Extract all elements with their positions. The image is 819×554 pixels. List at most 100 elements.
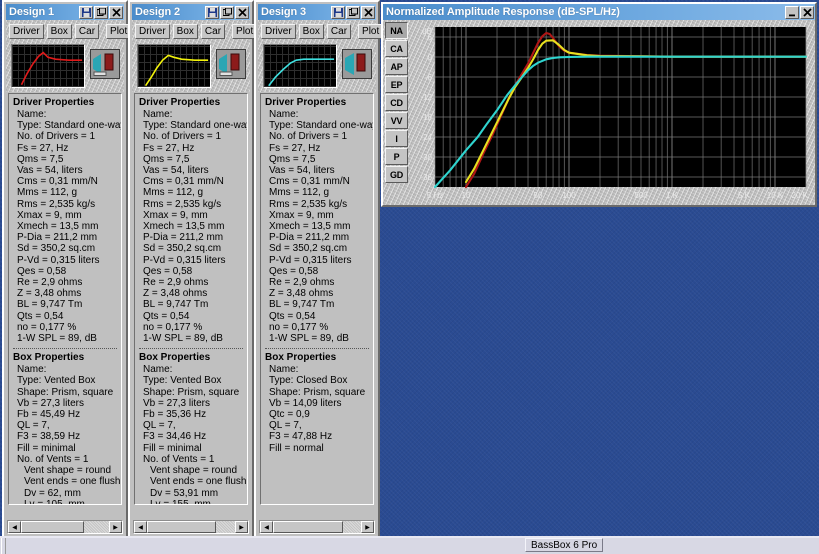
chart-tool-i[interactable]: I: [385, 130, 408, 147]
chart-tool-cd[interactable]: CD: [385, 94, 408, 111]
driver-button[interactable]: Driver: [135, 23, 170, 39]
driver-property-line: Re = 2,9 ohms: [143, 277, 209, 289]
box-button[interactable]: Box: [298, 23, 324, 39]
design-window-3[interactable]: Design 3 Driver Box Car Plot Driver Prop…: [254, 0, 389, 538]
driver-properties-list: Name:Type: Standard one-way drivNo. of D…: [265, 109, 373, 344]
scroll-track[interactable]: [21, 521, 109, 533]
chart-tool-ca[interactable]: CA: [385, 40, 408, 57]
driver-property-line: Name:: [269, 109, 299, 120]
chart-tool-ep[interactable]: EP: [385, 76, 408, 93]
driver-property-line: Fs = 27, Hz: [17, 142, 69, 154]
scroll-left-arrow[interactable]: ◀: [8, 521, 21, 533]
svg-text:100: 100: [562, 191, 576, 200]
chart-tool-ap[interactable]: AP: [385, 58, 408, 75]
design-thumbnail-graph[interactable]: [11, 44, 85, 88]
close-icon[interactable]: [800, 5, 814, 19]
driver-property-line: Qts = 0,54: [269, 310, 316, 322]
car-button[interactable]: Car: [74, 23, 100, 39]
close-icon[interactable]: [109, 5, 123, 19]
car-button[interactable]: Car: [326, 23, 352, 39]
design-properties-panel: Driver Properties Name: Type: Standard on…: [134, 93, 248, 505]
driver-property-line: BL = 9,747 Tm: [17, 299, 83, 311]
chart-titlebar[interactable]: Normalized Amplitude Response (dB-SPL/Hz…: [383, 4, 815, 20]
driver-button[interactable]: Driver: [261, 23, 296, 39]
driver-property-line: 1-W SPL = 89, dB: [143, 333, 223, 345]
svg-text:50: 50: [534, 191, 543, 200]
restore-icon[interactable]: [220, 5, 234, 19]
box-property-line: Shape: Prism, square: [17, 386, 114, 398]
scroll-track[interactable]: [273, 521, 361, 533]
scroll-left-arrow[interactable]: ◀: [134, 521, 147, 533]
box-button[interactable]: Box: [172, 23, 198, 39]
svg-text:20 K: 20 K: [792, 191, 809, 200]
scroll-thumb[interactable]: [21, 521, 85, 533]
box-property-line: Dv = 53,91 mm: [150, 487, 219, 499]
scroll-right-arrow[interactable]: ▶: [109, 521, 122, 533]
driver-button[interactable]: Driver: [9, 23, 44, 39]
driver-property-line: Cms = 0,31 mm/N: [17, 176, 98, 188]
design-window-2[interactable]: Design 2 Driver Box Car Plot Driver Prop…: [128, 0, 263, 538]
chart-tool-p[interactable]: P: [385, 148, 408, 165]
horizontal-scrollbar[interactable]: ◀ ▶: [259, 520, 375, 534]
horizontal-scrollbar[interactable]: ◀ ▶: [7, 520, 123, 534]
close-icon[interactable]: [361, 5, 375, 19]
box-property-line: Fill = minimal: [17, 442, 76, 454]
chart-tool-gd[interactable]: GD: [385, 166, 408, 183]
chart-window[interactable]: Normalized Amplitude Response (dB-SPL/Hz…: [381, 2, 817, 207]
design-properties-panel: Driver Properties Name: Type: Standard on…: [8, 93, 122, 505]
properties-divider: [13, 348, 117, 350]
box-property-line: Fill = minimal: [143, 442, 202, 454]
scroll-left-arrow[interactable]: ◀: [260, 521, 273, 533]
chart-titlebar-buttons: [785, 5, 814, 19]
chart-tool-palette: NA CA AP EP CD VV I P GD: [383, 20, 409, 205]
driver-property-line: Cms = 0,31 mm/N: [143, 176, 224, 188]
chart-plot-area[interactable]: dB 0 -6 -12 -18 -24 -30 -36 6 5 Hz 10 50 100 500 1 K5 …: [409, 21, 813, 204]
box-button[interactable]: Box: [46, 23, 72, 39]
driver-property-line: Xmech = 13,5 mm: [269, 221, 351, 233]
scroll-right-arrow[interactable]: ▶: [361, 521, 374, 533]
car-button[interactable]: Car: [200, 23, 226, 39]
design-title: Design 1: [9, 6, 55, 18]
speaker-box-icon[interactable]: [216, 49, 246, 79]
design-titlebar[interactable]: Design 1: [6, 4, 124, 20]
scroll-thumb[interactable]: [273, 521, 344, 533]
save-icon[interactable]: [205, 5, 219, 19]
svg-text:6: 6: [428, 33, 433, 42]
svg-text:-18: -18: [420, 113, 432, 122]
chart-tool-vv[interactable]: VV: [385, 112, 408, 129]
box-properties-header: Box Properties: [265, 352, 337, 364]
driver-property-line: no = 0,177 %: [17, 321, 77, 333]
design-title: Design 2: [135, 6, 181, 18]
save-icon[interactable]: [79, 5, 93, 19]
plot-button[interactable]: Plot: [358, 23, 384, 39]
save-icon[interactable]: [331, 5, 345, 19]
design-toolbar: Driver Box Car Plot: [6, 20, 137, 41]
driver-property-line: Z = 3,48 ohms: [17, 288, 82, 300]
design-titlebar[interactable]: Design 3: [258, 4, 376, 20]
speaker-box-icon[interactable]: [90, 49, 120, 79]
box-property-line: QL = 7,: [143, 420, 176, 432]
driver-property-line: Qms = 7,5: [143, 153, 190, 165]
svg-text:-30: -30: [420, 153, 432, 162]
design-titlebar[interactable]: Design 2: [132, 4, 250, 20]
driver-property-line: Z = 3,48 ohms: [143, 288, 208, 300]
scroll-right-arrow[interactable]: ▶: [235, 521, 248, 533]
design-window-1[interactable]: Design 1 Driver Box Car Plot Driver Prop…: [2, 0, 137, 538]
restore-icon[interactable]: [346, 5, 360, 19]
svg-text:1 K: 1 K: [666, 191, 679, 200]
restore-icon[interactable]: [94, 5, 108, 19]
speaker-box-icon[interactable]: [342, 49, 372, 79]
scroll-thumb[interactable]: [147, 521, 216, 533]
box-property-line: Vb = 27,3 liters: [17, 397, 84, 409]
svg-text:5 K: 5 K: [738, 191, 751, 200]
close-icon[interactable]: [235, 5, 249, 19]
chart-tool-na[interactable]: NA: [385, 22, 408, 39]
scroll-track[interactable]: [147, 521, 235, 533]
minimize-icon[interactable]: [785, 5, 799, 19]
horizontal-scrollbar[interactable]: ◀ ▶: [133, 520, 249, 534]
design-thumbnail-graph[interactable]: [263, 44, 337, 88]
box-property-line: F3 = 47,88 Hz: [269, 431, 333, 443]
taskbar-button-bassbox[interactable]: BassBox 6 Pro: [525, 538, 604, 552]
design-thumbnail-graph[interactable]: [137, 44, 211, 88]
driver-property-line: Sd = 350,2 sq.cm: [17, 243, 96, 255]
